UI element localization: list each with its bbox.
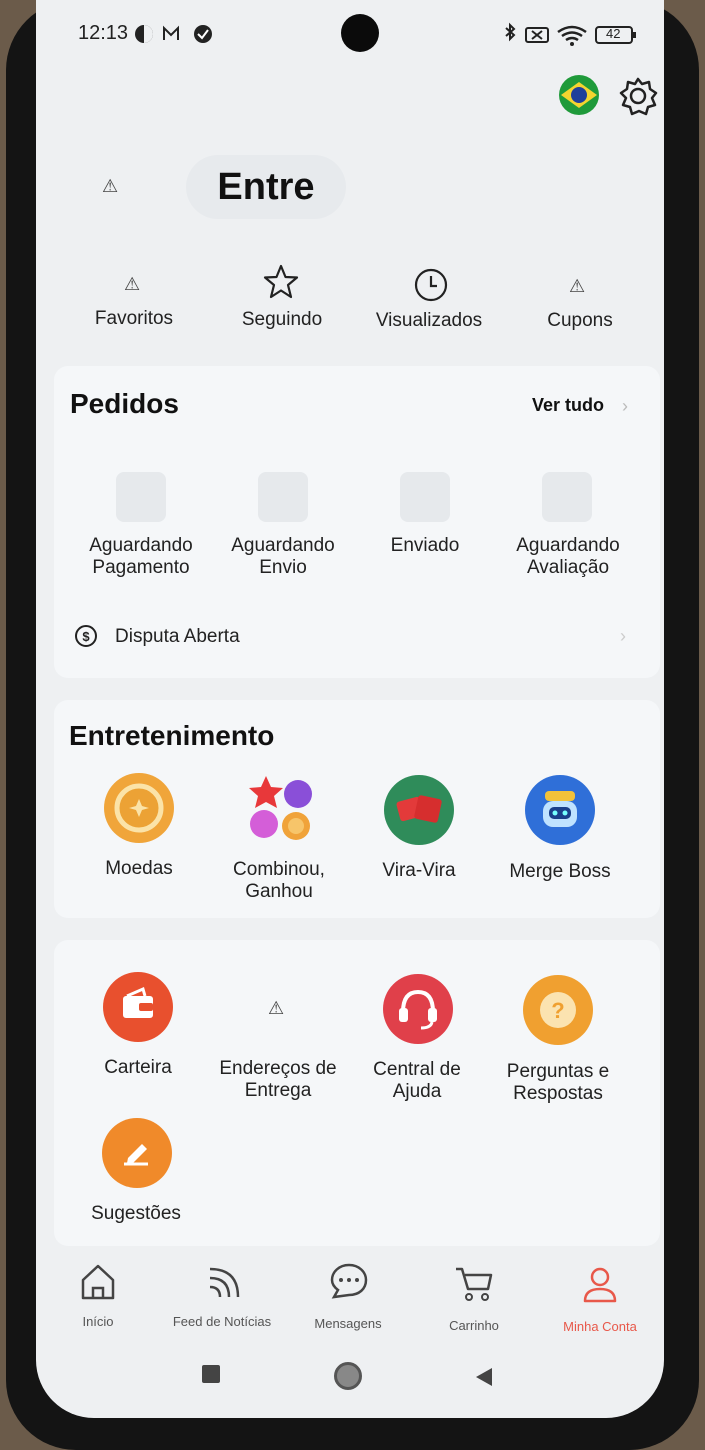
front-camera: [341, 14, 379, 52]
headset-icon[interactable]: [383, 974, 453, 1044]
entertainment-flip[interactable]: Vira-Vira: [354, 860, 484, 882]
svg-text:?: ?: [551, 998, 564, 1023]
status-notification-icons: [134, 23, 224, 45]
quick-link-following[interactable]: Seguindo: [222, 309, 342, 331]
entertainment-match-win[interactable]: Combinou, Ganhou: [214, 859, 344, 903]
account-icon[interactable]: [582, 1265, 618, 1305]
merge-boss-icon[interactable]: [525, 775, 595, 845]
nav-home[interactable]: Início: [58, 1314, 138, 1329]
gear-icon[interactable]: [618, 76, 658, 116]
entertainment-merge-boss[interactable]: Merge Boss: [490, 861, 630, 883]
nav-cart[interactable]: Carrinho: [424, 1318, 524, 1333]
dispute-chevron-icon[interactable]: ›: [620, 626, 626, 647]
quick-link-coupons[interactable]: Cupons: [520, 310, 640, 332]
service-suggestions[interactable]: Sugestões: [71, 1203, 201, 1225]
messages-icon[interactable]: [329, 1262, 369, 1300]
svg-text:$: $: [82, 629, 90, 644]
service-wallet[interactable]: Carteira: [73, 1057, 203, 1079]
awaiting-payment-icon: [116, 472, 166, 522]
view-all-link[interactable]: Ver tudo: [532, 395, 604, 416]
quick-link-favorites[interactable]: Favoritos: [74, 308, 194, 330]
shipped-icon: [400, 472, 450, 522]
status-time: 12:13: [78, 22, 129, 44]
order-status-awaiting-review[interactable]: Aguardando Avaliação: [502, 535, 634, 579]
flip-cards-icon[interactable]: [384, 775, 454, 845]
home-icon[interactable]: [80, 1262, 116, 1300]
quick-link-viewed[interactable]: Visualizados: [364, 310, 494, 332]
coupons-warning-icon: ⚠: [569, 276, 586, 296]
orders-title: Pedidos: [70, 388, 179, 419]
cart-icon[interactable]: [454, 1263, 494, 1303]
entertainment-title: Entretenimento: [69, 720, 275, 751]
service-help-center[interactable]: Central de Ajuda: [352, 1059, 482, 1103]
order-status-awaiting-payment[interactable]: Aguardando Pagamento: [76, 535, 206, 579]
nav-messages[interactable]: Mensagens: [298, 1316, 398, 1331]
favorites-warning-icon: ⚠: [124, 274, 141, 294]
brazil-flag-icon[interactable]: [558, 74, 600, 116]
entertainment-coins[interactable]: Moedas: [74, 858, 204, 880]
addresses-warning-icon: ⚠: [268, 998, 285, 1018]
feedback-pencil-icon[interactable]: [102, 1118, 172, 1188]
feed-icon[interactable]: [206, 1263, 244, 1299]
nav-my-account[interactable]: Minha Conta: [548, 1319, 652, 1334]
recents-button[interactable]: [202, 1365, 220, 1383]
login-label[interactable]: Entre: [186, 166, 346, 209]
match-win-icon[interactable]: [246, 774, 316, 844]
home-button[interactable]: [334, 1362, 362, 1390]
dispute-dollar-icon: $: [74, 624, 98, 648]
star-icon: [263, 264, 299, 300]
order-status-shipped[interactable]: Enviado: [360, 535, 490, 557]
back-button[interactable]: [474, 1366, 494, 1388]
nav-news-feed[interactable]: Feed de Notícias: [160, 1314, 284, 1329]
clock-icon: [413, 267, 449, 303]
screen: 12:13 42 ⚠ Entre ⚠ Favoritos Seguindo Vi…: [36, 0, 664, 1418]
awaiting-review-icon: [542, 472, 592, 522]
view-all-chevron-icon[interactable]: ›: [622, 396, 628, 417]
service-addresses[interactable]: Endereços de Entrega: [208, 1058, 348, 1102]
open-dispute-link[interactable]: Disputa Aberta: [115, 626, 240, 648]
service-faq[interactable]: Perguntas e Respostas: [488, 1061, 628, 1105]
battery-level: 42: [606, 26, 621, 41]
question-icon[interactable]: ?: [523, 975, 593, 1045]
coins-icon[interactable]: [104, 773, 174, 843]
wallet-icon[interactable]: [103, 972, 173, 1042]
avatar-warning-icon: ⚠: [102, 176, 119, 196]
awaiting-shipment-icon: [258, 472, 308, 522]
order-status-awaiting-shipment[interactable]: Aguardando Envio: [218, 535, 348, 579]
